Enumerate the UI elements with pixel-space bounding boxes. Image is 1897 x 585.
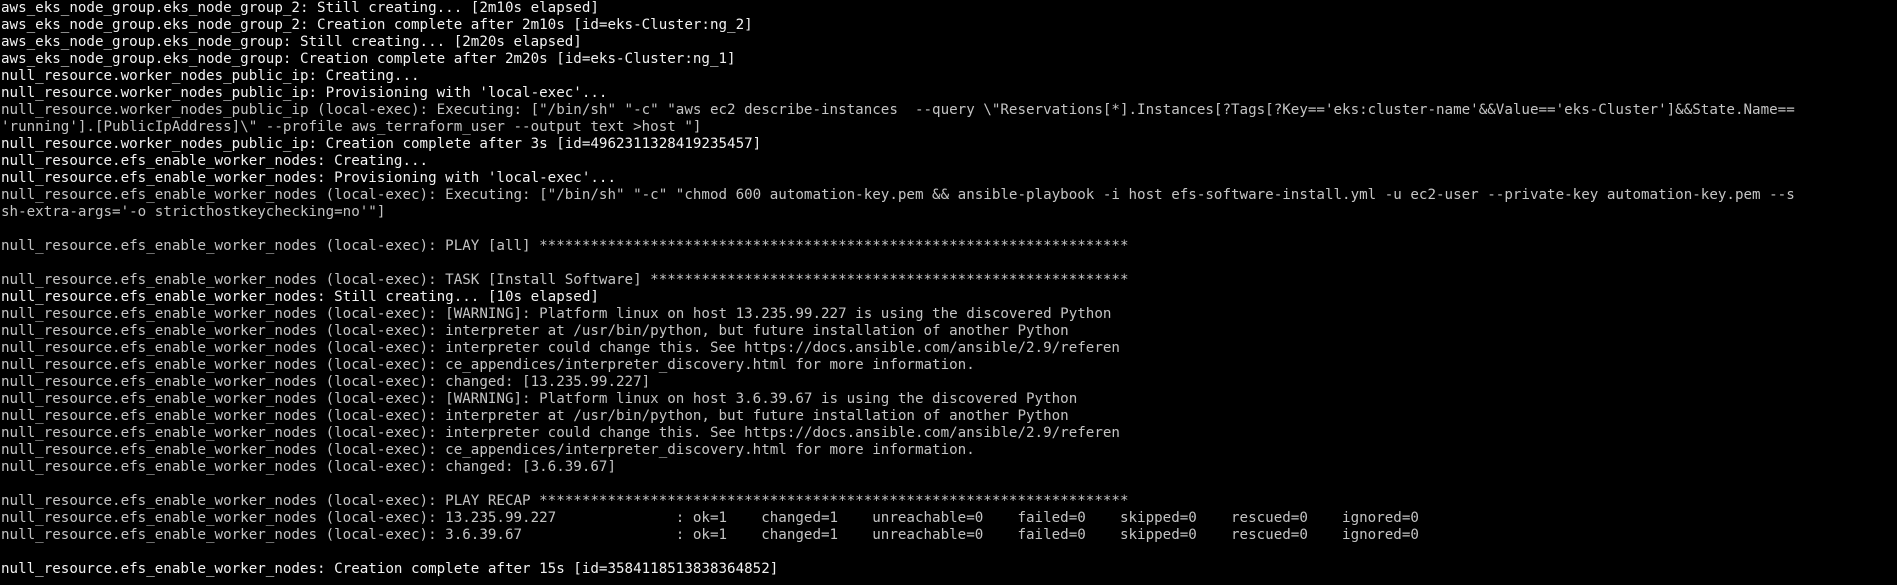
- terminal-line: null_resource.efs_enable_worker_nodes (l…: [1, 306, 1112, 322]
- terminal-line: 'running'].[PublicIpAddress]\" --profile…: [1, 119, 702, 135]
- terminal-line: null_resource.efs_enable_worker_nodes (l…: [1, 459, 616, 475]
- terminal-line: null_resource.worker_nodes_public_ip (lo…: [1, 102, 1795, 118]
- terminal-line: null_resource.worker_nodes_public_ip: Pr…: [1, 85, 608, 101]
- terminal-line: null_resource.efs_enable_worker_nodes (l…: [1, 510, 1419, 526]
- terminal-line: null_resource.efs_enable_worker_nodes (l…: [1, 391, 1078, 407]
- terminal-line: null_resource.efs_enable_worker_nodes: P…: [1, 170, 616, 186]
- terminal-line: aws_eks_node_group.eks_node_group: Still…: [1, 34, 582, 50]
- terminal-line: null_resource.efs_enable_worker_nodes (l…: [1, 238, 1129, 254]
- terminal-line: null_resource.efs_enable_worker_nodes (l…: [1, 187, 1795, 203]
- terminal-line: aws_eks_node_group.eks_node_group_2: Sti…: [1, 0, 599, 16]
- terminal-line: null_resource.worker_nodes_public_ip: Cr…: [1, 68, 420, 84]
- terminal-line: null_resource.efs_enable_worker_nodes (l…: [1, 425, 1120, 441]
- terminal-line: null_resource.efs_enable_worker_nodes (l…: [1, 340, 1120, 356]
- terminal-line: null_resource.efs_enable_worker_nodes (l…: [1, 357, 975, 373]
- terminal-line: null_resource.efs_enable_worker_nodes (l…: [1, 493, 1129, 509]
- terminal-line: null_resource.efs_enable_worker_nodes: C…: [1, 561, 779, 577]
- terminal-line: sh-extra-args='-o stricthostkeychecking=…: [1, 204, 386, 220]
- terminal-line: null_resource.efs_enable_worker_nodes: C…: [1, 153, 429, 169]
- terminal-line: null_resource.efs_enable_worker_nodes (l…: [1, 272, 1129, 288]
- terminal-line: null_resource.worker_nodes_public_ip: Cr…: [1, 136, 762, 152]
- terminal-line: aws_eks_node_group.eks_node_group_2: Cre…: [1, 17, 753, 33]
- terminal-line: null_resource.efs_enable_worker_nodes (l…: [1, 408, 1069, 424]
- terminal-line: null_resource.efs_enable_worker_nodes (l…: [1, 527, 1419, 543]
- terminal-line: null_resource.efs_enable_worker_nodes (l…: [1, 374, 651, 390]
- terminal-line: null_resource.efs_enable_worker_nodes: S…: [1, 289, 599, 305]
- terminal-line: null_resource.efs_enable_worker_nodes (l…: [1, 323, 1069, 339]
- terminal-line: null_resource.efs_enable_worker_nodes (l…: [1, 442, 975, 458]
- terminal-line: aws_eks_node_group.eks_node_group: Creat…: [1, 51, 736, 67]
- terminal-output[interactable]: aws_eks_node_group.eks_node_group_2: Sti…: [0, 0, 1897, 585]
